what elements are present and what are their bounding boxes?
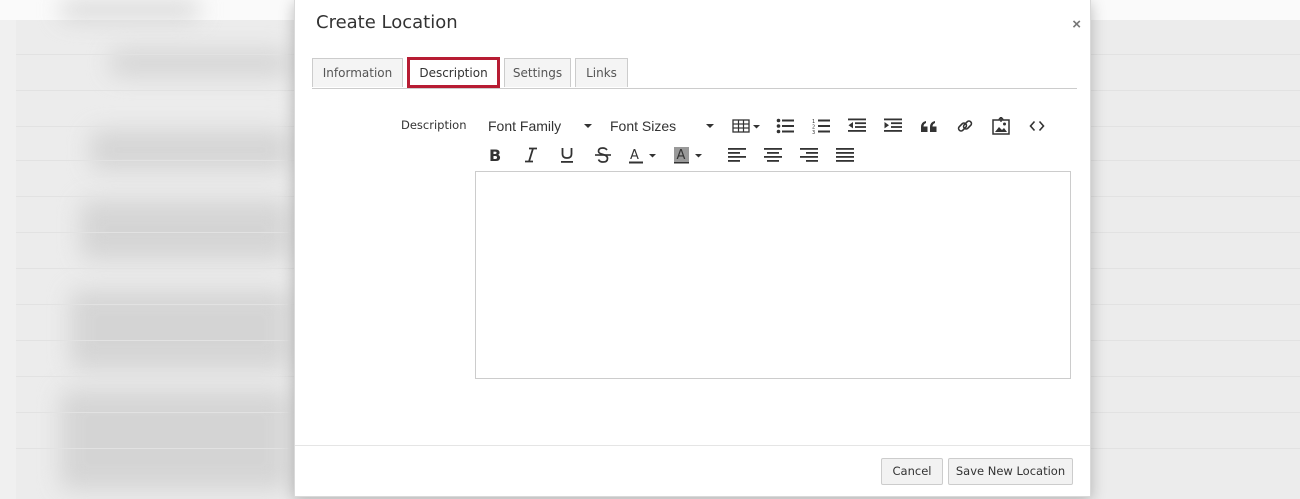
dialog-footer: Cancel Save New Location <box>295 445 1090 498</box>
editor-toolbar-row-1: Font Family Font Sizes 123 <box>475 115 1071 137</box>
numbered-list-button[interactable]: 123 <box>810 115 832 137</box>
align-left-button[interactable] <box>726 144 748 166</box>
outdent-button[interactable] <box>846 115 868 137</box>
link-icon <box>956 117 974 135</box>
numbered-list-icon: 123 <box>812 118 830 134</box>
source-code-button[interactable] <box>1026 115 1048 137</box>
tab-description[interactable]: Description <box>407 57 500 88</box>
font-family-label: Font Family <box>488 118 562 134</box>
underline-button[interactable] <box>556 144 578 166</box>
table-button[interactable] <box>731 115 763 137</box>
background-blur <box>80 200 290 260</box>
insert-image-button[interactable] <box>990 115 1012 137</box>
chevron-down-icon <box>706 124 714 128</box>
bulleted-list-icon <box>776 118 794 134</box>
strikethrough-icon <box>595 147 611 163</box>
bold-icon: B <box>488 147 502 163</box>
table-icon <box>732 119 762 133</box>
background-blur <box>90 130 290 170</box>
close-icon[interactable]: × <box>1072 16 1081 33</box>
background-blur <box>70 290 290 370</box>
svg-text:A: A <box>677 148 686 163</box>
tab-links[interactable]: Links <box>575 58 628 87</box>
insert-image-icon <box>992 117 1010 135</box>
font-sizes-dropdown[interactable]: Font Sizes <box>610 115 720 137</box>
create-location-dialog: Create Location × Information Descriptio… <box>294 0 1091 497</box>
indent-button[interactable] <box>882 115 904 137</box>
svg-text:A: A <box>630 148 639 163</box>
bold-button[interactable]: B <box>484 144 506 166</box>
background-blur <box>60 390 290 490</box>
source-code-icon <box>1029 120 1045 132</box>
description-label: Description <box>401 118 467 132</box>
font-family-dropdown[interactable]: Font Family <box>488 115 598 137</box>
justify-button[interactable] <box>834 144 856 166</box>
description-editor[interactable] <box>475 171 1071 379</box>
strikethrough-button[interactable] <box>592 144 614 166</box>
background-color-button[interactable]: A <box>673 144 707 166</box>
chevron-down-icon <box>584 124 592 128</box>
background-color-icon: A <box>673 146 707 164</box>
align-center-icon <box>764 147 782 163</box>
indent-icon <box>884 118 902 134</box>
svg-text:3: 3 <box>812 130 815 134</box>
align-left-icon <box>728 147 746 163</box>
text-color-button[interactable]: A <box>627 144 661 166</box>
insert-link-button[interactable] <box>954 115 976 137</box>
align-right-button[interactable] <box>798 144 820 166</box>
italic-button[interactable] <box>520 144 542 166</box>
blockquote-button[interactable] <box>918 115 940 137</box>
svg-text:B: B <box>489 147 501 163</box>
tab-information[interactable]: Information <box>312 58 403 87</box>
editor-toolbar-row-2: B A A <box>475 144 1071 166</box>
align-center-button[interactable] <box>762 144 784 166</box>
bulleted-list-button[interactable] <box>774 115 796 137</box>
justify-icon <box>836 147 854 163</box>
font-sizes-label: Font Sizes <box>610 118 677 134</box>
background-blur <box>60 0 200 20</box>
save-new-location-button[interactable]: Save New Location <box>948 458 1073 485</box>
text-color-icon: A <box>627 146 661 164</box>
tab-bar: Information Description Settings Links <box>312 57 1077 89</box>
dialog-title: Create Location <box>316 12 458 33</box>
align-right-icon <box>800 147 818 163</box>
italic-icon <box>524 147 538 163</box>
underline-icon <box>560 147 574 163</box>
outdent-icon <box>848 118 866 134</box>
tab-settings[interactable]: Settings <box>504 58 571 87</box>
cancel-button[interactable]: Cancel <box>881 458 943 485</box>
blockquote-icon <box>920 119 938 133</box>
